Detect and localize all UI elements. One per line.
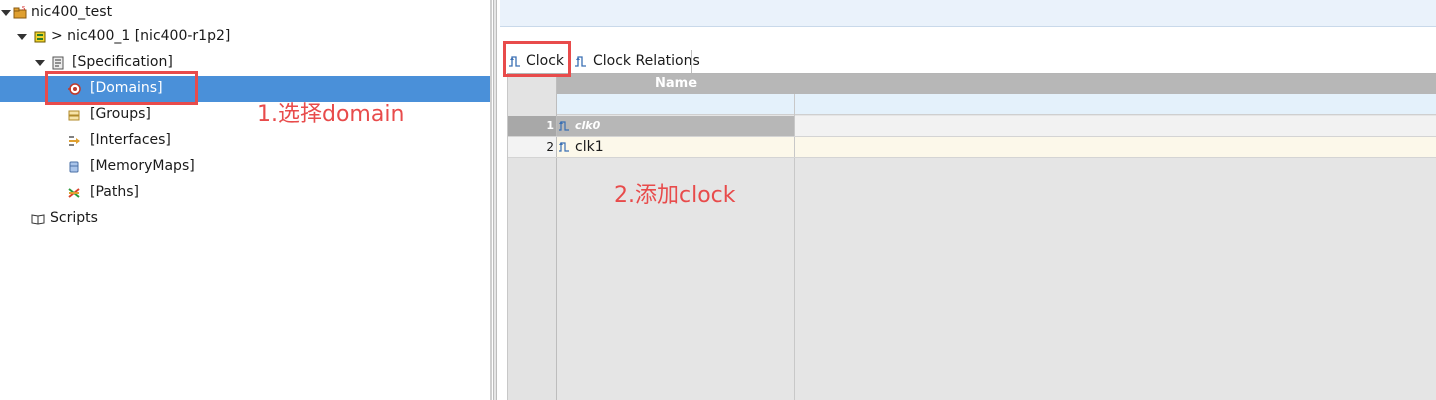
groups-icon [68, 110, 80, 121]
annotation-step1: 1.选择domain [257, 102, 405, 127]
column-header-name[interactable]: Name [557, 74, 1436, 94]
column-header-label: Name [655, 76, 698, 91]
expand-arrow-icon[interactable] [1, 10, 11, 16]
book-icon [31, 214, 45, 225]
clock-table: Name 1 clk0 2 clk1 [507, 74, 1436, 400]
tree-item-label: [Paths] [90, 184, 139, 200]
tree-item-label: [Specification] [72, 54, 173, 70]
filter-row[interactable] [557, 94, 1436, 115]
tree-item-paths[interactable]: [Paths] [0, 180, 490, 206]
tree-item-label: [MemoryMaps] [90, 158, 195, 174]
clock-signal-icon [559, 142, 569, 152]
tree-item-label: Scripts [50, 210, 98, 226]
tree-item-label: > nic400_1 [nic400-r1p2] [51, 28, 231, 44]
table-cell-name[interactable]: clk0 [557, 116, 794, 136]
clock-signal-icon [575, 56, 586, 67]
annotation-highlight-clock-tab [503, 41, 571, 77]
component-icon [34, 31, 46, 43]
row-number: 1 [508, 116, 556, 136]
tab-label: Clock Relations [593, 53, 700, 69]
tree-item-label: nic400_test [31, 4, 113, 20]
table-row[interactable]: 2 clk1 [508, 136, 1436, 158]
row-number: 2 [508, 137, 556, 157]
expand-arrow-icon[interactable] [35, 60, 45, 66]
svg-text:S: S [22, 6, 25, 12]
tree-item-root[interactable]: S nic400_test [0, 0, 490, 26]
paths-icon [68, 188, 80, 198]
tree-item-label: [Groups] [90, 106, 151, 122]
table-cell-name[interactable]: clk1 [557, 137, 794, 157]
table-row[interactable]: 1 clk0 [508, 116, 1436, 136]
table-cell[interactable] [795, 116, 1436, 136]
annotation-step2: 2.添加clock [614, 183, 736, 208]
tab-clock-relations[interactable]: Clock Relations [574, 48, 700, 74]
tree-item-memorymaps[interactable]: [MemoryMaps] [0, 154, 490, 180]
clock-signal-icon [559, 121, 569, 131]
document-icon [52, 56, 64, 70]
annotation-highlight-domains [45, 71, 198, 105]
interfaces-icon [69, 136, 80, 146]
memorymaps-icon [69, 161, 79, 173]
cell-text: clk0 [575, 119, 601, 132]
editor-header-strip [500, 0, 1436, 27]
tree-item-instance[interactable]: > nic400_1 [nic400-r1p2] [0, 24, 490, 50]
table-cell[interactable] [795, 137, 1436, 157]
project-folder-icon: S [13, 6, 27, 19]
tree-item-interfaces[interactable]: [Interfaces] [0, 128, 490, 154]
tree-item-scripts[interactable]: Scripts [0, 206, 490, 232]
tree-item-groups[interactable]: [Groups] [0, 102, 490, 128]
project-tree: S nic400_test > nic400_1 [nic400-r1p2] [… [0, 0, 490, 400]
tab-separator [691, 50, 692, 73]
cell-text: clk1 [575, 139, 604, 155]
expand-arrow-icon[interactable] [17, 34, 27, 40]
panel-divider [490, 0, 492, 400]
tree-item-label: [Interfaces] [90, 132, 171, 148]
